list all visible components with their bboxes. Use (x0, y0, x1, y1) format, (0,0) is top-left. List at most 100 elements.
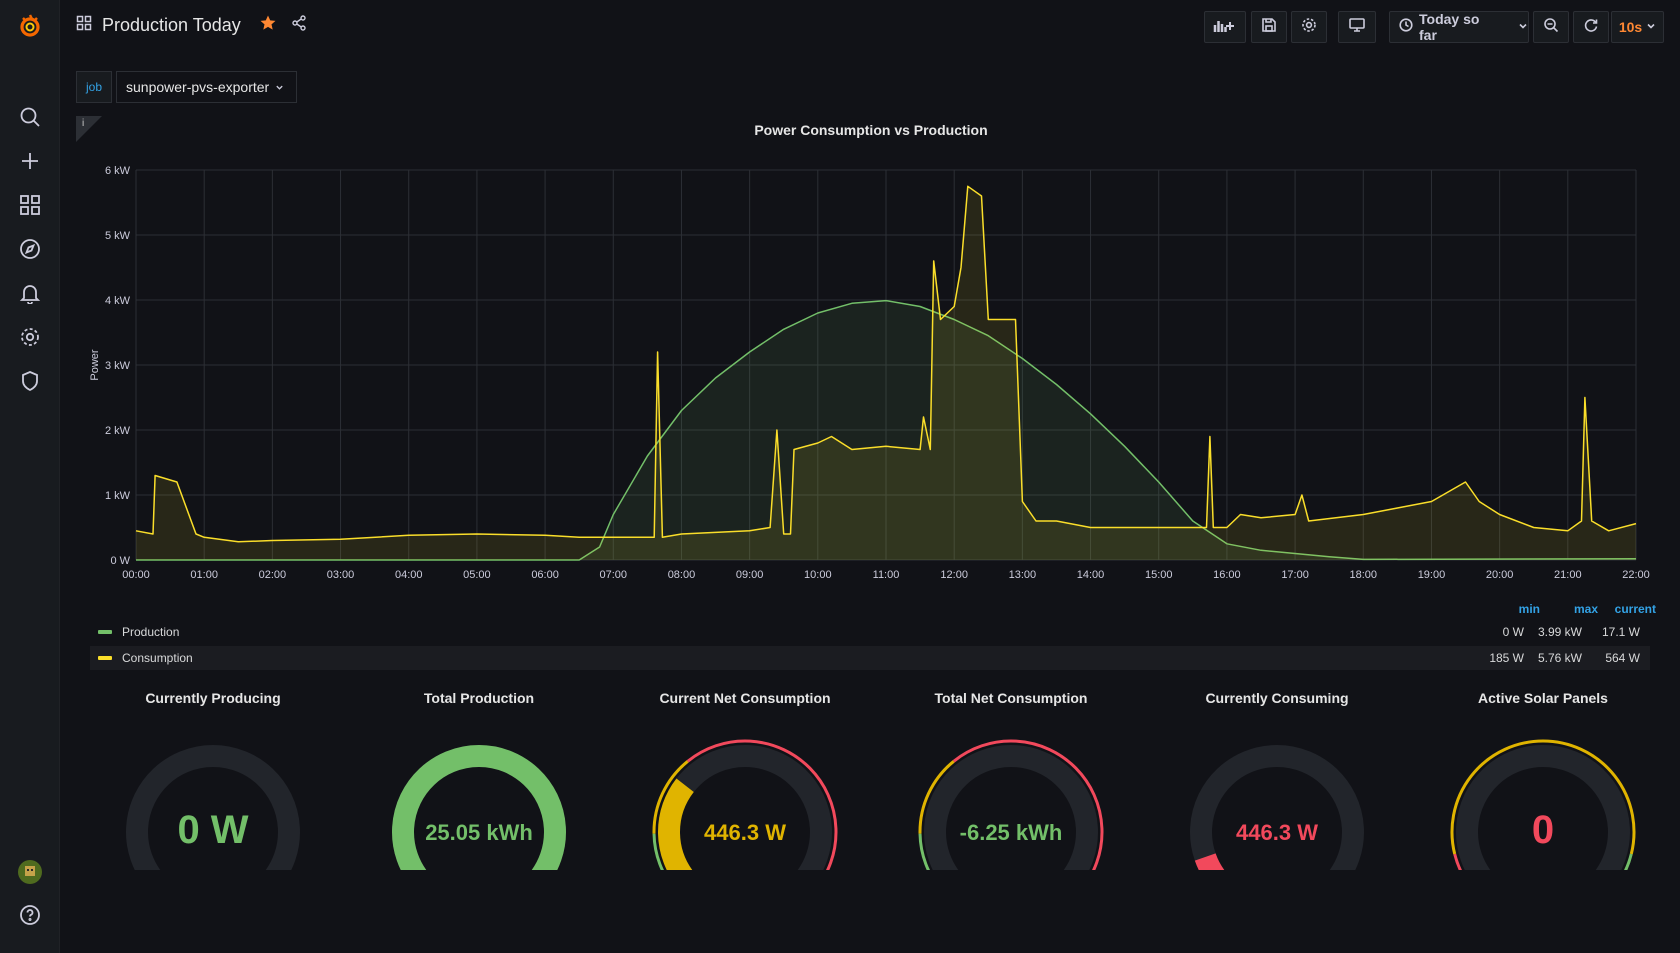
gauge-value: 0 (1531, 808, 1555, 852)
search-icon[interactable] (16, 103, 44, 131)
x-tick-label: 06:00 (531, 569, 559, 581)
gauge-track (658, 745, 832, 870)
y-tick-label: 3 kW (105, 360, 131, 372)
explore-compass-icon[interactable] (16, 235, 44, 263)
dashboards-icon[interactable] (16, 191, 44, 219)
add-panel-button[interactable] (1204, 11, 1246, 43)
gauge-panel[interactable]: Active Solar Panels 0 (1410, 690, 1676, 870)
save-dashboard-button[interactable] (1251, 11, 1287, 43)
gear-icon[interactable] (16, 323, 44, 351)
legend-series-name[interactable]: Consumption (122, 651, 193, 665)
star-icon[interactable] (259, 14, 277, 37)
y-tick-label: 5 kW (105, 230, 131, 242)
gauge-dial (392, 745, 566, 870)
avatar[interactable] (16, 858, 44, 886)
legend-swatch (98, 630, 112, 634)
chevron-down-icon (275, 79, 284, 95)
gauge-track (1190, 745, 1364, 870)
gauge-panel[interactable]: Currently Consuming 446.3 W (1144, 690, 1410, 870)
x-tick-label: 15:00 (1145, 569, 1173, 581)
x-tick-label: 04:00 (395, 569, 423, 581)
legend-current: 17.1 W (1601, 625, 1640, 639)
dashboard-area: Production Today Today so far 10s job su… (60, 0, 1680, 953)
variable-label: job (76, 71, 113, 103)
sidebar (0, 0, 60, 953)
gauge-title: Currently Consuming (1205, 690, 1349, 706)
x-tick-label: 09:00 (736, 569, 764, 581)
x-tick-label: 17:00 (1281, 569, 1309, 581)
legend-item-production[interactable]: Production 0 W 3.99 kW 17.1 W (90, 620, 1650, 644)
gauge-title: Current Net Consumption (659, 690, 831, 706)
legend-current: 564 W (1605, 651, 1640, 665)
legend-header-min[interactable]: min (1482, 602, 1540, 616)
x-tick-label: 13:00 (1009, 569, 1037, 581)
gauge-value-arc (1194, 852, 1225, 870)
plus-icon[interactable] (16, 147, 44, 175)
variable-bar: job sunpower-pvs-exporter (76, 71, 298, 103)
gauge-track (924, 745, 1098, 870)
chart-canvas[interactable]: 0 W 1 kW 2 kW 3 kW 4 kW 5 kW 6 kW 00:00 01:00 02:… (76, 146, 1666, 606)
alert-bell-icon[interactable] (16, 279, 44, 307)
legend-series-name[interactable]: Production (122, 625, 179, 639)
zoom-out-icon (1543, 17, 1559, 38)
gauge-dial (652, 739, 838, 870)
x-tick-label: 18:00 (1350, 569, 1378, 581)
gauge-panel[interactable]: Current Net Consumption 446.3 W (612, 690, 878, 870)
gauge-value: -6.25 kWh (959, 820, 1063, 845)
tv-mode-icon (1348, 17, 1366, 38)
x-tick-label: 00:00 (122, 569, 150, 581)
graph-panel[interactable]: i Power Consumption vs Production 0 W1 k… (76, 116, 1666, 671)
legend-max: 3.99 kW (1537, 625, 1582, 639)
share-icon[interactable] (291, 15, 307, 36)
x-tick-label: 10:00 (804, 569, 832, 581)
gauge-value: 446.3 W (704, 820, 786, 845)
gauge-panel[interactable]: Currently Producing 0 W (80, 690, 346, 870)
variable-value: sunpower-pvs-exporter (126, 79, 270, 95)
gauge-title: Active Solar Panels (1478, 690, 1608, 706)
time-picker-button[interactable]: Today so far (1389, 11, 1529, 43)
refresh-button[interactable] (1573, 11, 1609, 43)
legend-min: 185 W (1489, 651, 1524, 665)
legend-header: min max current (1482, 602, 1656, 616)
x-tick-label: 16:00 (1213, 569, 1241, 581)
x-tick-label: 01:00 (190, 569, 218, 581)
shield-icon[interactable] (16, 367, 44, 395)
time-range-label: Today so far (1419, 11, 1480, 43)
legend-item-consumption[interactable]: Consumption 185 W 5.76 kW 564 W (90, 646, 1650, 670)
x-tick-label: 20:00 (1486, 569, 1514, 581)
y-tick-label: 2 kW (105, 425, 131, 437)
gauge-title: Total Production (423, 690, 535, 706)
dashboard-navbar: Production Today Today so far 10s (60, 0, 1680, 56)
legend-header-current[interactable]: current (1598, 602, 1656, 616)
grafana-logo-icon[interactable] (16, 12, 44, 40)
gauge-panel[interactable]: Total Net Consumption -6.25 kWh (878, 690, 1144, 870)
gauge-dial (918, 739, 1104, 870)
y-tick-label: 6 kW (105, 165, 131, 177)
dashboard-settings-button[interactable] (1291, 11, 1327, 43)
gauge-title: Currently Producing (145, 690, 281, 706)
x-tick-label: 05:00 (463, 569, 491, 581)
legend-min: 0 W (1502, 625, 1524, 639)
refresh-interval-picker[interactable]: 10s (1611, 11, 1664, 43)
gauge-panel[interactable]: Total Production 25.05 kWh (346, 690, 612, 870)
page-title[interactable]: Production Today (102, 15, 241, 36)
chevron-down-icon (1646, 18, 1656, 36)
legend-max: 5.76 kW (1537, 651, 1582, 665)
legend-header-max[interactable]: max (1540, 602, 1598, 616)
dashboards-icon[interactable] (76, 15, 92, 36)
variable-select[interactable]: sunpower-pvs-exporter (116, 71, 298, 103)
gauge-title: Total Net Consumption (934, 690, 1088, 706)
x-tick-label: 21:00 (1554, 569, 1582, 581)
x-tick-label: 22:00 (1622, 569, 1650, 581)
tv-mode-button[interactable] (1338, 11, 1376, 43)
x-tick-label: 11:00 (873, 569, 900, 581)
x-tick-label: 07:00 (600, 569, 628, 581)
save-icon (1261, 17, 1277, 38)
zoom-out-button[interactable] (1533, 11, 1569, 43)
x-tick-label: 03:00 (327, 569, 355, 581)
gauge-value: 0 W (177, 808, 249, 852)
chevron-down-icon (1518, 18, 1528, 36)
help-icon[interactable] (16, 901, 44, 929)
legend-swatch (98, 656, 112, 660)
gauge-value: 25.05 kWh (425, 820, 533, 845)
